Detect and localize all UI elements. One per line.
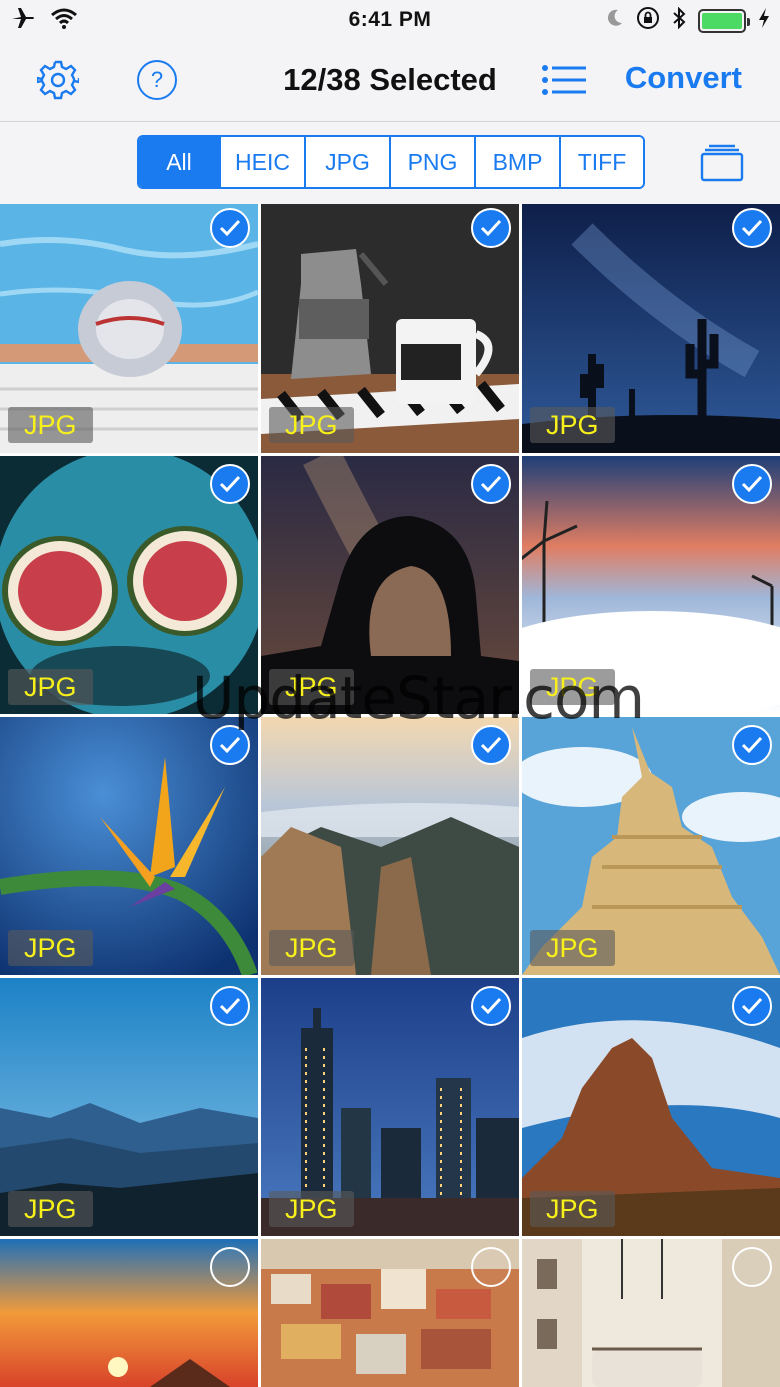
battery-icon: [698, 8, 750, 33]
format-badge: JPG: [269, 407, 354, 443]
selected-check-icon[interactable]: [210, 725, 250, 765]
photo-grid: JPG JPG JPG JPG JPG JPG JPG JPG JPG JPG …: [0, 204, 780, 1387]
format-badge: JPG: [530, 407, 615, 443]
selected-check-icon[interactable]: [732, 725, 772, 765]
albums-icon: [700, 144, 744, 182]
bluetooth-icon: [672, 6, 686, 34]
albums-button[interactable]: [700, 142, 744, 182]
selected-check-icon[interactable]: [471, 464, 511, 504]
filter-bar: All HEIC JPG PNG BMP TIFF: [0, 122, 780, 204]
selected-check-icon[interactable]: [210, 464, 250, 504]
unselected-circle-icon[interactable]: [732, 1247, 772, 1287]
format-badge: JPG: [8, 407, 93, 443]
selected-check-icon[interactable]: [471, 725, 511, 765]
filter-tiff[interactable]: TIFF: [561, 137, 643, 187]
format-filter: All HEIC JPG PNG BMP TIFF: [137, 135, 645, 189]
settings-button[interactable]: [36, 58, 80, 102]
format-badge: JPG: [530, 669, 615, 705]
filter-png[interactable]: PNG: [391, 137, 476, 187]
selected-check-icon[interactable]: [732, 464, 772, 504]
unselected-circle-icon[interactable]: [210, 1247, 250, 1287]
selected-check-icon[interactable]: [732, 208, 772, 248]
format-badge: JPG: [8, 669, 93, 705]
format-badge: JPG: [269, 669, 354, 705]
help-button[interactable]: ?: [135, 58, 179, 102]
selected-check-icon[interactable]: [471, 986, 511, 1026]
filter-bmp[interactable]: BMP: [476, 137, 561, 187]
filter-heic[interactable]: HEIC: [221, 137, 306, 187]
selected-check-icon[interactable]: [732, 986, 772, 1026]
format-badge: JPG: [8, 930, 93, 966]
format-badge: JPG: [8, 1191, 93, 1227]
do-not-disturb-icon: [606, 8, 624, 33]
selected-check-icon[interactable]: [210, 208, 250, 248]
status-bar: 6:41 PM: [0, 0, 780, 40]
question-mark-icon: ?: [137, 60, 177, 100]
convert-button[interactable]: Convert: [625, 60, 742, 96]
nav-bar: ? 12/38 Selected Convert: [0, 40, 780, 122]
gear-icon: [37, 60, 79, 100]
rotation-lock-icon: [636, 6, 660, 35]
selected-check-icon[interactable]: [210, 986, 250, 1026]
format-badge: JPG: [530, 1191, 615, 1227]
page-title: 12/38 Selected: [283, 62, 497, 97]
selected-check-icon[interactable]: [471, 208, 511, 248]
charging-icon: [758, 7, 770, 34]
filter-jpg[interactable]: JPG: [306, 137, 391, 187]
unselected-circle-icon[interactable]: [471, 1247, 511, 1287]
format-badge: JPG: [269, 1191, 354, 1227]
format-badge: JPG: [269, 930, 354, 966]
format-badge: JPG: [530, 930, 615, 966]
list-view-button[interactable]: [542, 58, 586, 102]
filter-all[interactable]: All: [139, 137, 221, 187]
list-icon: [542, 65, 586, 95]
